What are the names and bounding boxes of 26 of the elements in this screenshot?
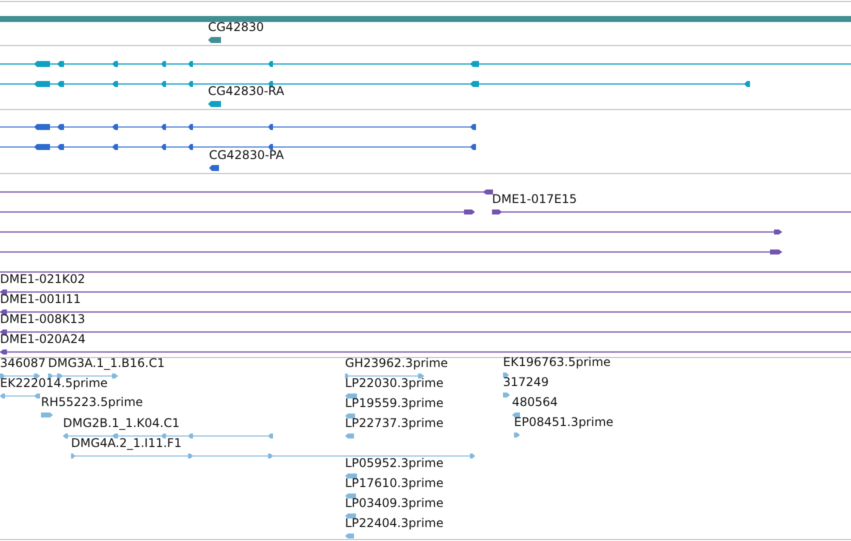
feature-label: CG42830-PA <box>209 148 284 162</box>
feature-label: DMG4A.2_1.I11.F1 <box>71 436 182 450</box>
feature-label: 317249 <box>503 375 549 389</box>
feature-label: EK196763.5prime <box>503 355 611 369</box>
feature-label: DMG3A.1_1.B16.C1 <box>48 356 165 370</box>
feature-label: EK222014.5prime <box>0 376 108 390</box>
feature-label: LP19559.3prime <box>345 396 444 410</box>
feature-label: DMG2B.1_1.K04.C1 <box>63 416 180 430</box>
feature-label: LP17610.3prime <box>345 476 444 490</box>
feature-label: GH23962.3prime <box>345 356 448 370</box>
feature-label: DME1-008K13 <box>0 312 86 326</box>
feature-label: DME1-021K02 <box>0 272 86 286</box>
feature-label: LP05952.3prime <box>345 456 444 470</box>
feature-label: DME1-017E15 <box>492 192 577 206</box>
feature-label: DME1-001I11 <box>0 292 81 306</box>
feature-label: LP22404.3prime <box>345 516 444 530</box>
feature-label: RH55223.5prime <box>41 395 143 409</box>
feature-label: EP08451.3prime <box>514 415 614 429</box>
feature-label: 346087 <box>0 356 46 370</box>
feature-label: LP22737.3prime <box>345 416 444 430</box>
feature-label: CG42830 <box>208 20 264 34</box>
feature-label: 480564 <box>512 395 558 409</box>
feature-label: CG42830-RA <box>208 84 284 98</box>
feature-label: DME1-020A24 <box>0 332 86 346</box>
feature-label: LP22030.3prime <box>345 376 444 390</box>
feature-label: LP03409.3prime <box>345 496 444 510</box>
